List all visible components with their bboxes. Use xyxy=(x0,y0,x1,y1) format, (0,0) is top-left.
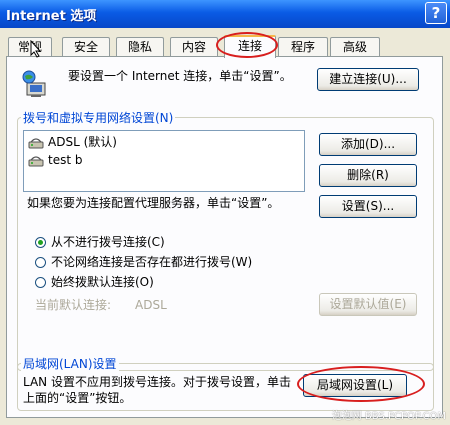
tab-security[interactable]: 安全 xyxy=(62,37,110,56)
lan-description: LAN 设置不应用到拨号连接。对于拨号设置，单击上面的“设置”按钮。 xyxy=(23,375,291,405)
tab-advanced[interactable]: 高级 xyxy=(330,37,380,56)
radio-button[interactable] xyxy=(35,277,46,288)
radio-button[interactable] xyxy=(35,237,46,248)
settings-button[interactable]: 设置(S)... xyxy=(319,195,417,218)
tab-highlight-ring xyxy=(216,32,278,58)
list-item[interactable]: ADSL (默认) xyxy=(28,134,117,151)
tab-privacy[interactable]: 隐私 xyxy=(116,37,164,56)
window-title: Internet 选项 xyxy=(6,9,97,24)
modem-icon xyxy=(28,155,44,166)
modem-icon xyxy=(28,137,44,148)
tab-programs[interactable]: 程序 xyxy=(278,37,328,56)
radio-label: 不论网络连接是否存在都进行拨号(W) xyxy=(51,255,253,269)
list-item[interactable]: test b xyxy=(28,152,82,169)
set-default-button[interactable]: 设置默认值(E) xyxy=(319,293,417,316)
radio-label: 始终拨默认连接(O) xyxy=(51,275,154,289)
list-item-label: test b xyxy=(48,153,83,167)
connections-panel: 要设置一个 Internet 连接，单击“设置”。 建立连接(U)... 拨号和… xyxy=(6,56,443,418)
remove-button[interactable]: 删除(R) xyxy=(319,164,417,187)
radio-button[interactable] xyxy=(35,257,46,268)
add-button[interactable]: 添加(D)... xyxy=(319,133,417,156)
radio-never-dial[interactable]: 从不进行拨号连接(C) xyxy=(35,233,165,251)
lan-button-highlight-ring xyxy=(297,366,425,402)
dialup-legend: 拨号和虚拟专用网络设置(N) xyxy=(21,109,176,126)
proxy-description: 如果您要为连接配置代理服务器，单击“设置”。 xyxy=(27,196,280,210)
radio-always-dial[interactable]: 始终拨默认连接(O) xyxy=(35,273,154,291)
current-default-value: ADSL xyxy=(135,298,167,312)
current-default-label: 当前默认连接: xyxy=(35,298,112,312)
mouse-cursor-icon xyxy=(30,40,42,58)
radio-label: 从不进行拨号连接(C) xyxy=(51,235,165,249)
setup-description: 要设置一个 Internet 连接，单击“设置”。 xyxy=(68,69,292,83)
title-bar: Internet 选项 ? xyxy=(0,0,450,28)
lan-legend: 局域网(LAN)设置 xyxy=(21,355,119,372)
watermark: 泡泡网 BBS.PCPOP.COM xyxy=(331,411,446,422)
network-setup-icon xyxy=(22,70,46,97)
list-item-label: ADSL (默认) xyxy=(48,135,117,149)
connection-list[interactable]: ADSL (默认) test b xyxy=(23,130,305,192)
radio-dial-whenever[interactable]: 不论网络连接是否存在都进行拨号(W) xyxy=(35,253,252,271)
help-button[interactable]: ? xyxy=(425,2,447,24)
setup-connection-button[interactable]: 建立连接(U)... xyxy=(317,68,419,91)
tab-content[interactable]: 内容 xyxy=(170,37,218,56)
